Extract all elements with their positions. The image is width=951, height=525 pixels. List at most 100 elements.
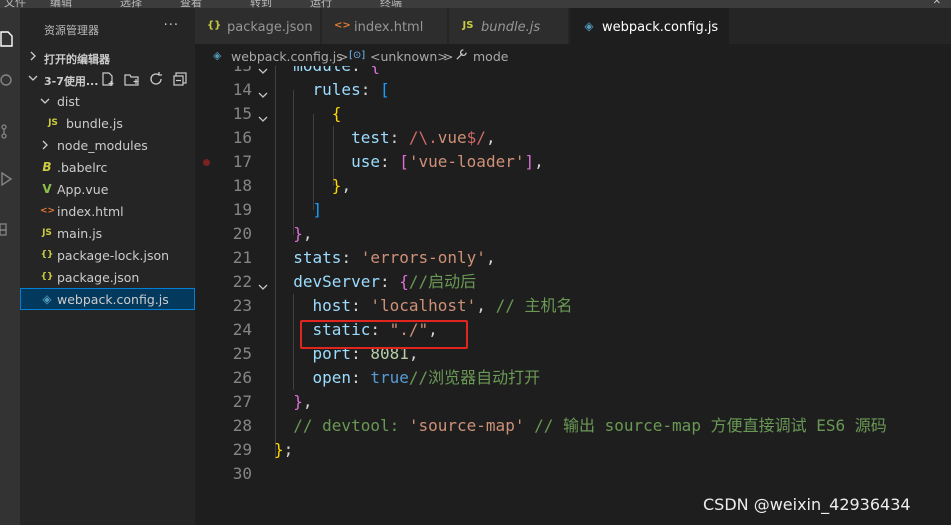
- code-line: 29 };: [195, 438, 951, 462]
- extensions-icon[interactable]: [0, 218, 16, 236]
- tab-label: package.json: [227, 20, 313, 35]
- tree-item-babelrc[interactable]: B .babelrc: [20, 156, 195, 178]
- chevron-down-icon[interactable]: [257, 108, 269, 122]
- code-line: 14 rules: [: [195, 78, 951, 102]
- tree-item-label: bundle.js: [66, 116, 123, 131]
- tab-package-json[interactable]: {} package.json: [195, 8, 321, 44]
- tree-item-label: node_modules: [57, 138, 148, 153]
- tab-index-html[interactable]: <> index.html: [322, 8, 448, 44]
- search-icon[interactable]: [0, 72, 16, 90]
- html-file-icon: <>: [334, 20, 351, 31]
- menu-terminal[interactable]: 终端: [380, 0, 402, 8]
- html-file-icon: <>: [40, 206, 56, 216]
- line-number: 27: [232, 392, 252, 411]
- menu-edit[interactable]: 编辑: [50, 0, 72, 8]
- code-text: };: [274, 440, 294, 459]
- tree-item-main-js[interactable]: JS main.js: [20, 222, 195, 244]
- tree-item-index-html[interactable]: <> index.html: [20, 200, 195, 222]
- code-editor[interactable]: 13 module: { 14 rules: [ 15 { 16 test: /…: [195, 66, 951, 525]
- breadcrumb-symbol[interactable]: <unknown>: [370, 49, 448, 64]
- code-line: 23 host: 'localhost', // 主机名: [195, 294, 951, 318]
- code-text: use: ['vue-loader'],: [351, 152, 544, 171]
- tree-item-label: main.js: [57, 226, 103, 241]
- chevron-down-icon[interactable]: [257, 66, 269, 74]
- tree-item-app-vue[interactable]: V App.vue: [20, 178, 195, 200]
- code-text: devServer: {//启动后: [293, 272, 477, 291]
- line-number: 16: [232, 128, 252, 147]
- tree-item-label: dist: [57, 94, 80, 109]
- new-file-icon[interactable]: [100, 71, 116, 87]
- tab-webpack-config-js[interactable]: ◈ webpack.config.js: [570, 8, 730, 44]
- code-line: 21 stats: 'errors-only',: [195, 246, 951, 270]
- line-number: 15: [232, 104, 252, 123]
- code-line: 30: [195, 462, 951, 486]
- code-text: host: 'localhost', // 主机名: [312, 296, 573, 315]
- tree-item-bundle-js[interactable]: JS bundle.js: [20, 112, 195, 134]
- line-number: 29: [232, 440, 252, 459]
- chevron-down-icon[interactable]: [257, 84, 269, 98]
- more-actions-icon[interactable]: ···: [164, 18, 179, 33]
- tab-bundle-js[interactable]: JS bundle.js: [449, 8, 569, 44]
- tree-item-label: package-lock.json: [57, 248, 170, 263]
- window-close-icon[interactable]: ✕: [933, 0, 941, 7]
- tree-item-dist[interactable]: dist: [20, 90, 195, 112]
- run-debug-icon[interactable]: [0, 170, 16, 188]
- tab-label: webpack.config.js: [602, 20, 719, 35]
- js-file-icon: JS: [462, 20, 474, 31]
- line-number: 14: [232, 80, 252, 99]
- tree-item-webpack-config-js[interactable]: ◈ webpack.config.js: [20, 288, 195, 310]
- source-control-icon[interactable]: [0, 122, 16, 140]
- menu-file[interactable]: 文件: [4, 0, 26, 8]
- json-file-icon: {}: [40, 272, 54, 282]
- editor-tabs: {} package.json <> index.html JS bundle.…: [195, 8, 951, 44]
- code-text: },: [293, 224, 313, 243]
- new-folder-icon[interactable]: [124, 71, 140, 87]
- chevron-right-icon: [40, 139, 50, 151]
- vue-file-icon: V: [42, 182, 52, 196]
- breadcrumb-separator: >: [443, 49, 454, 64]
- menu-view[interactable]: 查看: [180, 0, 202, 8]
- line-number: 30: [232, 464, 252, 483]
- line-number: 13: [195, 66, 252, 78]
- tab-label: index.html: [354, 20, 424, 35]
- explorer-sidebar: 资源管理器 ··· 打开的编辑器 3-7使用... dist JS bundle…: [20, 8, 195, 525]
- open-editors-section[interactable]: 打开的编辑器: [20, 46, 195, 68]
- line-number: 28: [232, 416, 252, 435]
- open-editors-label: 打开的编辑器: [44, 53, 110, 66]
- tree-item-package-json[interactable]: {} package.json: [20, 266, 195, 288]
- refresh-icon[interactable]: [148, 71, 164, 87]
- tree-item-node-modules[interactable]: node_modules: [20, 134, 195, 156]
- tree-item-label: package.json: [57, 270, 140, 285]
- explorer-icon[interactable]: [0, 30, 16, 48]
- explorer-header: 资源管理器 ···: [20, 8, 195, 46]
- json-file-icon: {}: [207, 20, 222, 31]
- code-line: 19 ]: [195, 198, 951, 222]
- line-number: 19: [232, 200, 252, 219]
- line-number: 24: [232, 320, 252, 339]
- activity-bar: [0, 8, 20, 525]
- menu-go[interactable]: 转到: [250, 0, 272, 8]
- wrench-icon: [455, 48, 468, 64]
- tree-item-label: .babelrc: [57, 160, 108, 175]
- chevron-down-icon[interactable]: [257, 276, 269, 290]
- webpack-file-icon: ◈: [213, 49, 222, 62]
- code-line: 16 test: /\.vue$/,: [195, 126, 951, 150]
- code-line: 15 {: [195, 102, 951, 126]
- code-text: open: true//浏览器自动打开: [312, 368, 541, 387]
- folder-actions: [100, 71, 195, 87]
- code-line: 27 },: [195, 390, 951, 414]
- menu-run[interactable]: 运行: [310, 0, 332, 8]
- code-line: 22 devServer: {//启动后: [195, 270, 951, 294]
- code-line: 13 module: {: [195, 66, 951, 78]
- annotation-highlight-box: [300, 320, 468, 349]
- collapse-all-icon[interactable]: [172, 71, 188, 87]
- symbol-variable-icon: [⊙]: [349, 50, 366, 61]
- code-text: {: [331, 104, 342, 123]
- breadcrumb-property[interactable]: mode: [473, 49, 508, 64]
- menu-selection[interactable]: 选择: [120, 0, 142, 8]
- code-line: 28 // devtool: 'source-map' // 输出 source…: [195, 414, 951, 438]
- workspace-folder[interactable]: 3-7使用...: [20, 68, 195, 90]
- code-line: 20 },: [195, 222, 951, 246]
- tree-item-package-lock-json[interactable]: {} package-lock.json: [20, 244, 195, 266]
- breadcrumb-file[interactable]: webpack.config.js: [231, 49, 343, 64]
